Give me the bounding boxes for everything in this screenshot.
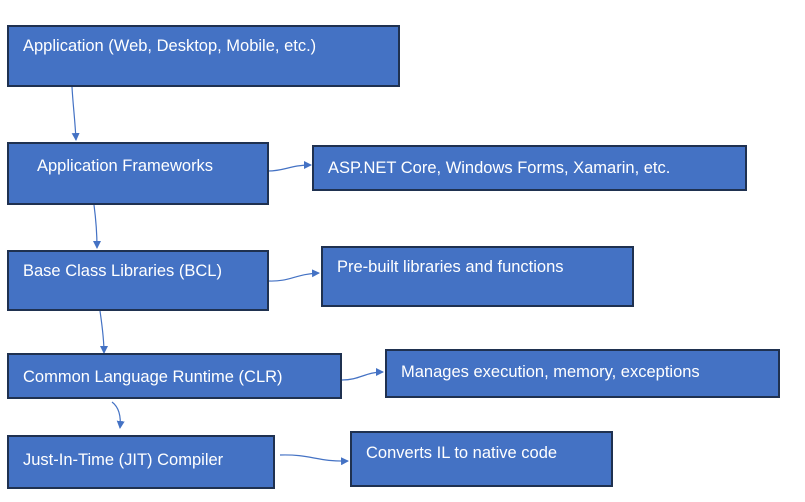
bcl-label: Base Class Libraries (BCL) — [23, 262, 222, 280]
clr-detail-box: Manages execution, memory, exceptions — [385, 349, 780, 398]
clr-label: Common Language Runtime (CLR) — [23, 368, 283, 386]
frameworks-detail-box: ASP.NET Core, Windows Forms, Xamarin, et… — [312, 145, 747, 191]
arrow-clr-to-detail — [341, 368, 384, 381]
jit-detail-label: Converts IL to native code — [366, 444, 558, 462]
application-label: Application (Web, Desktop, Mobile, etc.) — [23, 37, 317, 55]
bcl-detail-label: Pre-built libraries and functions — [337, 258, 564, 276]
jit-detail-box: Converts IL to native code — [350, 431, 613, 487]
clr-detail-label: Manages execution, memory, exceptions — [401, 363, 700, 381]
jit-box: Just-In-Time (JIT) Compiler — [7, 435, 275, 489]
arrow-jit-to-detail — [279, 454, 349, 466]
arrow-bcl-to-clr — [99, 310, 108, 354]
bcl-box: Base Class Libraries (BCL) — [7, 250, 269, 311]
frameworks-label: Application Frameworks — [37, 157, 214, 175]
frameworks-box: Application Frameworks — [7, 142, 269, 205]
clr-box: Common Language Runtime (CLR) — [7, 353, 342, 399]
arrow-clr-to-jit — [111, 401, 125, 429]
arrow-frameworks-to-bcl — [92, 204, 101, 249]
bcl-detail-box: Pre-built libraries and functions — [321, 246, 634, 307]
frameworks-detail-label: ASP.NET Core, Windows Forms, Xamarin, et… — [328, 159, 671, 177]
dotnet-architecture-diagram: Application (Web, Desktop, Mobile, etc.)… — [0, 0, 805, 502]
jit-label: Just-In-Time (JIT) Compiler — [23, 451, 224, 469]
arrow-frameworks-to-detail — [267, 161, 312, 172]
arrow-bcl-to-detail — [267, 269, 320, 282]
application-box: Application (Web, Desktop, Mobile, etc.) — [7, 25, 400, 87]
arrow-app-to-frameworks — [71, 86, 80, 141]
